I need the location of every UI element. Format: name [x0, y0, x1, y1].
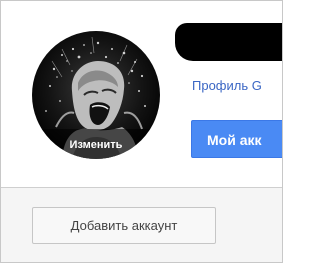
- add-account-button[interactable]: Добавить аккаунт: [32, 207, 216, 244]
- account-name-redacted: [175, 23, 282, 61]
- profile-link[interactable]: Профиль G: [192, 78, 262, 93]
- avatar[interactable]: Изменить: [32, 31, 160, 159]
- my-account-button[interactable]: Мой акк: [191, 120, 282, 158]
- account-panel: Изменить Профиль G Мой акк: [1, 1, 282, 187]
- popup-footer: Добавить аккаунт: [1, 187, 282, 262]
- avatar-change-label[interactable]: Изменить: [32, 139, 160, 151]
- account-popup: Изменить Профиль G Мой акк Добавить акка…: [0, 0, 283, 263]
